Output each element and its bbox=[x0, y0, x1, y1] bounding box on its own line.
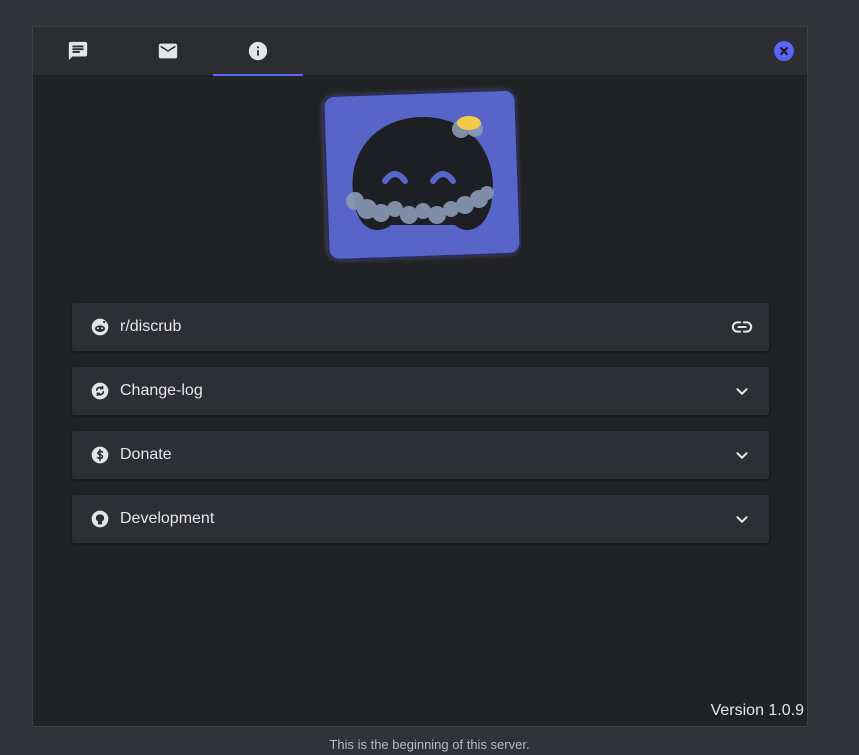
row-development[interactable]: Development bbox=[72, 495, 769, 543]
tab-bar bbox=[33, 27, 807, 76]
link-icon[interactable] bbox=[731, 316, 753, 338]
chevron-down-icon[interactable] bbox=[731, 508, 753, 530]
discrub-popup: r/discrub Change-log Donate Development … bbox=[32, 26, 808, 727]
row-donate[interactable]: Donate bbox=[72, 431, 769, 479]
tab-info[interactable] bbox=[213, 27, 303, 76]
info-icon bbox=[248, 41, 268, 61]
row-label: Change-log bbox=[120, 382, 203, 399]
row-reddit[interactable]: r/discrub bbox=[72, 303, 769, 351]
mail-icon bbox=[158, 43, 178, 59]
close-icon bbox=[779, 46, 789, 56]
chat-icon bbox=[68, 41, 88, 61]
channel-start-text: This is the beginning of this server. bbox=[329, 737, 530, 752]
row-label: Development bbox=[120, 510, 215, 527]
tab-messages[interactable] bbox=[33, 27, 123, 75]
row-label: r/discrub bbox=[120, 318, 182, 335]
tab-dms[interactable] bbox=[123, 27, 213, 75]
sync-icon bbox=[89, 380, 111, 402]
row-change-log[interactable]: Change-log bbox=[72, 367, 769, 415]
github-icon bbox=[89, 508, 111, 530]
dollar-icon bbox=[89, 444, 111, 466]
reddit-icon bbox=[89, 316, 111, 338]
row-label: Donate bbox=[120, 446, 172, 463]
discrub-logo bbox=[315, 85, 522, 265]
close-button[interactable] bbox=[774, 41, 794, 61]
version-label: Version 1.0.9 bbox=[710, 702, 804, 719]
chevron-down-icon[interactable] bbox=[731, 444, 753, 466]
chevron-down-icon[interactable] bbox=[731, 380, 753, 402]
